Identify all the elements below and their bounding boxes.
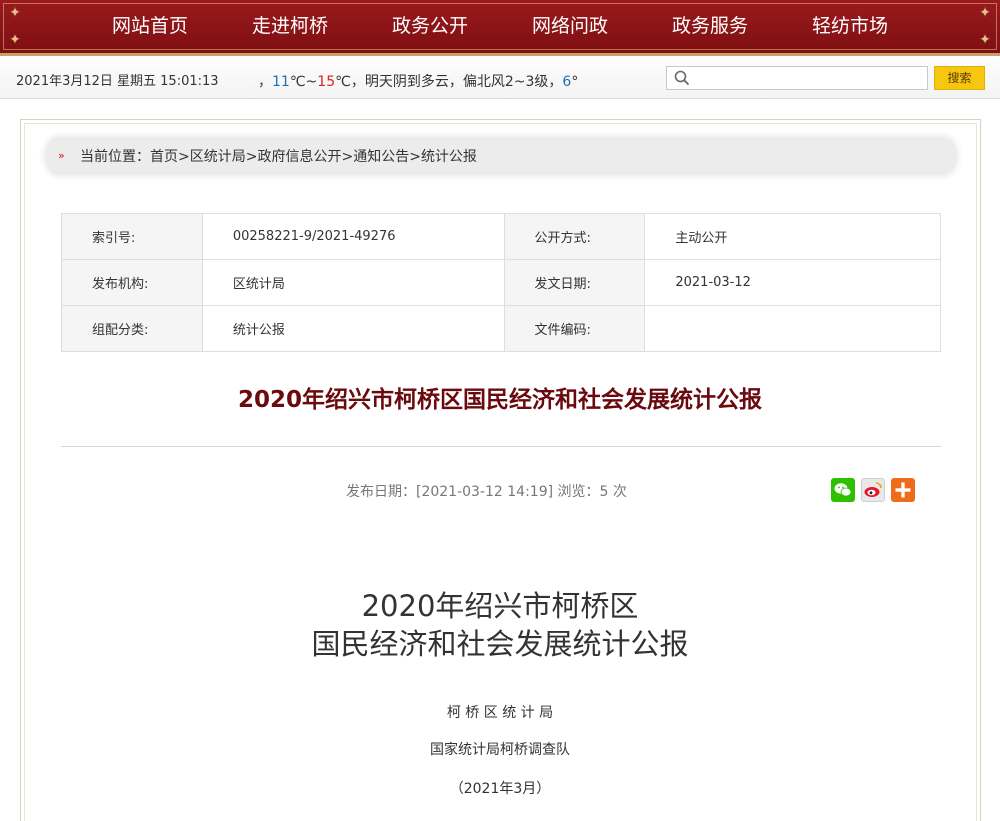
search-box bbox=[666, 66, 928, 90]
meta-label: 发文日期: bbox=[503, 259, 646, 306]
meta-value: 统计公报 bbox=[201, 305, 505, 352]
top-nav-bar: ✦ ✦ ✦ ✦ 网站首页 走进柯桥 政务公开 网络问政 政务服务 轻纺市场 bbox=[0, 0, 1000, 56]
breadcrumb-separator: > bbox=[178, 149, 190, 165]
nav-online-inquiry[interactable]: 网络问政 bbox=[520, 13, 620, 39]
body-title-line-1: 2020年绍兴市柯桥区 bbox=[361, 589, 639, 623]
breadcrumb-notices[interactable]: 通知公告 bbox=[353, 149, 409, 165]
info-bar: 2021年3月12日 星期五 15:01:13 ，11℃~15℃，明天阴到多云，… bbox=[0, 59, 1000, 99]
breadcrumb-separator: > bbox=[245, 149, 258, 165]
breadcrumb-stats-bureau[interactable]: 区统计局 bbox=[190, 149, 246, 165]
breadcrumb-label: 当前位置： bbox=[80, 149, 150, 165]
table-row: 索引号: 00258221-9/2021-49276 公开方式: 主动公开 bbox=[61, 213, 941, 260]
body-title-line-2: 国民经济和社会发展统计公报 bbox=[311, 627, 689, 661]
document-meta-table: 索引号: 00258221-9/2021-49276 公开方式: 主动公开 发布… bbox=[61, 213, 941, 352]
search-icon bbox=[674, 70, 690, 86]
nav-about-keqiao[interactable]: 走进柯桥 bbox=[240, 13, 340, 39]
author-line-1: 柯 桥 区 统 计 局 bbox=[446, 705, 554, 721]
meta-value bbox=[644, 305, 941, 352]
divider bbox=[61, 446, 941, 447]
nav-government-affairs[interactable]: 政务公开 bbox=[380, 13, 480, 39]
weibo-share-icon[interactable] bbox=[861, 478, 885, 502]
meta-value: 区统计局 bbox=[201, 259, 505, 306]
double-arrow-icon: » bbox=[58, 149, 65, 162]
search-button[interactable]: 搜索 bbox=[934, 66, 985, 90]
author-line-2: 国家统计局柯桥调查队 bbox=[430, 742, 570, 758]
meta-label: 公开方式: bbox=[503, 213, 646, 260]
breadcrumb-home[interactable]: 首页 bbox=[150, 149, 178, 165]
publish-info: 发布日期：[2021-03-12 14:19] 浏览：5 次 bbox=[346, 484, 627, 500]
meta-label: 索引号: bbox=[61, 213, 203, 260]
meta-label: 发布机构: bbox=[61, 259, 203, 306]
weather-info: ，11℃~15℃，明天阴到多云，偏北风2~3级，6° bbox=[258, 74, 579, 90]
breadcrumb-stats-bulletin[interactable]: 统计公报 bbox=[421, 149, 477, 165]
meta-label: 文件编码: bbox=[503, 305, 646, 352]
search-input[interactable] bbox=[695, 68, 923, 88]
breadcrumb-gov-info[interactable]: 政府信息公开 bbox=[257, 149, 341, 165]
table-row: 组配分类: 统计公报 文件编码: bbox=[61, 305, 941, 352]
nav-home[interactable]: 网站首页 bbox=[100, 13, 200, 39]
document-date: （2021年3月） bbox=[449, 781, 551, 797]
more-share-icon[interactable] bbox=[891, 478, 915, 502]
breadcrumb-separator: > bbox=[341, 149, 354, 165]
breadcrumb: 当前位置：首页>区统计局>政府信息公开>通知公告>统计公报 bbox=[80, 146, 477, 166]
current-datetime: 2021年3月12日 星期五 15:01:13 bbox=[16, 74, 219, 89]
document-title: 2020年绍兴市柯桥区国民经济和社会发展统计公报 bbox=[237, 387, 762, 413]
meta-value: 主动公开 bbox=[644, 213, 941, 260]
meta-value: 2021-03-12 bbox=[644, 259, 941, 306]
nav-textile-market[interactable]: 轻纺市场 bbox=[800, 13, 900, 39]
meta-value: 00258221-9/2021-49276 bbox=[201, 213, 505, 260]
wechat-share-icon[interactable] bbox=[831, 478, 855, 502]
meta-label: 组配分类: bbox=[61, 305, 203, 352]
nav-government-services[interactable]: 政务服务 bbox=[660, 13, 760, 39]
table-row: 发布机构: 区统计局 发文日期: 2021-03-12 bbox=[61, 259, 941, 306]
breadcrumb-separator: > bbox=[409, 149, 421, 165]
